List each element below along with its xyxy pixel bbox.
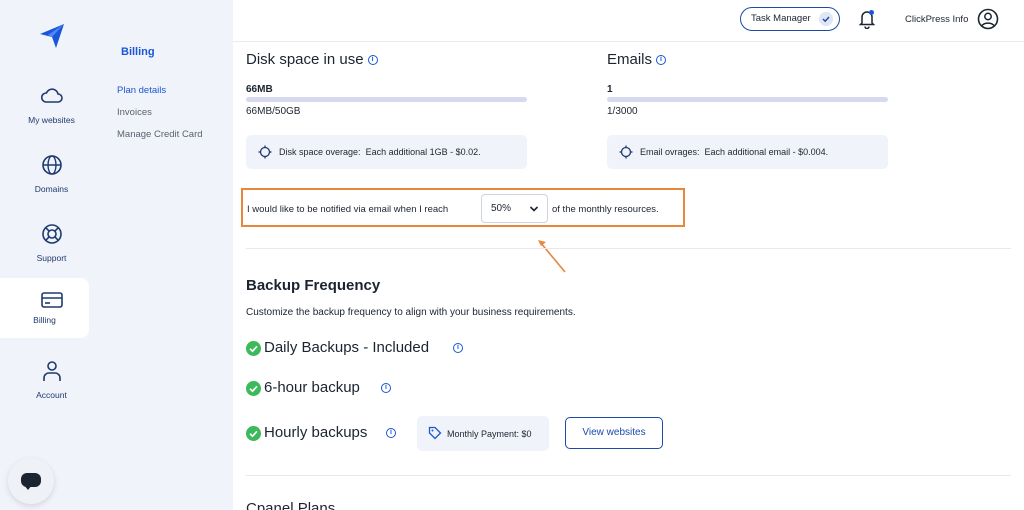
notify-suffix-text: of the monthly resources. [552, 204, 659, 215]
section-divider [246, 475, 1011, 476]
rail-item-support[interactable]: Support [14, 218, 89, 278]
lifebuoy-icon [42, 224, 62, 244]
info-icon[interactable]: i [656, 55, 667, 65]
next-section-heading: Cpanel Plans [246, 500, 336, 510]
rail-item-account[interactable]: Account [14, 355, 89, 415]
subnav-link-plan-details[interactable]: Plan details [117, 85, 166, 96]
subnav-title: Billing [121, 46, 155, 58]
paper-plane-logo-icon[interactable] [38, 22, 66, 50]
notification-threshold-box: I would like to be notified via email wh… [241, 188, 685, 227]
rail-item-label: My websites [28, 115, 75, 125]
emails-value: 1 [607, 84, 613, 95]
backup-frequency-heading: Backup Frequency [246, 277, 381, 294]
backup-description: Customize the backup frequency to align … [246, 307, 576, 318]
credit-card-icon [41, 292, 63, 308]
bell-icon[interactable] [858, 9, 876, 29]
emails-heading: Emails i [607, 51, 667, 68]
info-icon[interactable]: i [386, 428, 396, 438]
chat-button[interactable] [8, 458, 54, 504]
avatar-icon[interactable] [977, 8, 999, 30]
backup-option-label: Hourly backups [264, 424, 368, 441]
disk-usage-text: 66MB/50GB [246, 106, 301, 117]
info-icon[interactable]: i [381, 383, 391, 393]
rail-item-billing[interactable]: Billing [0, 278, 89, 338]
email-overage-text: Each additional email - $0.004. [704, 147, 829, 157]
emails-usage-bar [607, 97, 888, 102]
info-icon[interactable]: i [367, 55, 378, 65]
chevron-down-icon [529, 206, 539, 212]
rail-item-domains[interactable]: Domains [14, 149, 89, 209]
rail-item-label: Account [36, 390, 67, 400]
check-circle-icon [246, 381, 261, 396]
emails-usage-text: 1/3000 [607, 106, 638, 117]
disk-space-heading: Disk space in use i [246, 51, 378, 68]
disk-overage-note: Disk space overage: Each additional 1GB … [246, 135, 527, 169]
check-circle-icon [246, 341, 261, 356]
billing-subnav: Billing Plan details Invoices Manage Cre… [103, 0, 233, 510]
crosshair-icon [619, 145, 633, 159]
subnav-link-invoices[interactable]: Invoices [117, 107, 152, 118]
notify-threshold-select[interactable]: 50% [481, 194, 548, 223]
check-icon [819, 12, 833, 26]
subnav-link-manage-credit-card[interactable]: Manage Credit Card [117, 129, 203, 140]
email-overage-note: Email ovrages: Each additional email - $… [607, 135, 888, 169]
cloud-icon [40, 88, 63, 103]
info-icon[interactable]: i [453, 343, 463, 353]
monthly-payment-text: Monthly Payment: $0 [447, 429, 532, 439]
check-circle-icon [246, 426, 261, 441]
task-manager-button[interactable]: Task Manager [740, 7, 840, 31]
disk-overage-text: Each additional 1GB - $0.02. [365, 147, 481, 157]
disk-space-value: 66MB [246, 84, 273, 95]
icon-rail: My websites Domains Support Billing Acco… [0, 0, 103, 510]
rail-item-label: Domains [34, 184, 69, 194]
rail-item-my-websites[interactable]: My websites [14, 80, 89, 140]
rail-item-label: Support [36, 253, 67, 263]
monthly-payment-badge: Monthly Payment: $0 [417, 416, 549, 451]
email-overage-label: Email ovrages: [640, 147, 700, 157]
crosshair-icon [258, 145, 272, 159]
disk-usage-bar [246, 97, 527, 102]
top-header: Task Manager ClickPress Info [233, 0, 1024, 42]
user-icon [43, 361, 61, 381]
backup-option-label: Daily Backups - Included [264, 339, 430, 356]
annotation-arrow-icon [538, 240, 566, 273]
tag-icon [428, 426, 442, 440]
backup-option-label: 6-hour backup [264, 379, 360, 396]
globe-icon [42, 155, 62, 175]
section-divider [246, 248, 1011, 249]
notify-prefix-text: I would like to be notified via email wh… [247, 204, 449, 215]
user-name[interactable]: ClickPress Info [905, 14, 968, 25]
rail-item-label: Billing [33, 315, 56, 325]
disk-overage-label: Disk space overage: [279, 147, 361, 157]
notify-threshold-value: 50% [491, 203, 512, 214]
task-manager-label: Task Manager [751, 13, 811, 24]
view-websites-button[interactable]: View websites [565, 417, 663, 449]
